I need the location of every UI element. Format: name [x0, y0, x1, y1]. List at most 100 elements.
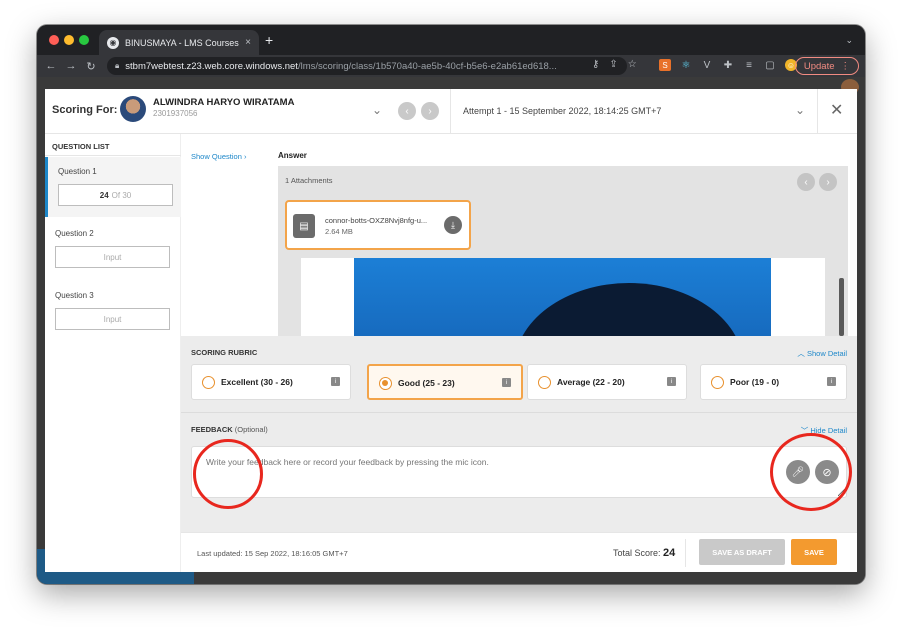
- modal-header: Scoring For: ALWINDRA HARYO WIRATAMA 230…: [45, 89, 857, 134]
- info-icon[interactable]: i: [827, 377, 836, 386]
- score-value: 24: [99, 190, 109, 200]
- more-menu-icon: ⋮: [840, 60, 851, 72]
- total-score-value: 24: [663, 547, 676, 559]
- attachment-file-card[interactable]: ▤ connor-botts-OXZ8Nvj8nfg-u... 2.64 MB …: [285, 200, 471, 250]
- radio-button[interactable]: [202, 376, 215, 389]
- question-list: QUESTION LIST Question 1 24 Of 30 Questi…: [45, 134, 181, 572]
- show-detail-link[interactable]: ︿ Show Detail: [797, 348, 847, 359]
- next-student-button[interactable]: ›: [421, 102, 439, 120]
- new-tab-button[interactable]: +: [265, 33, 273, 47]
- next-attachment-button[interactable]: ›: [819, 173, 837, 191]
- side-panel-icon[interactable]: ▢: [764, 59, 776, 71]
- maximize-window-button[interactable]: [79, 35, 89, 45]
- question-label: Question 2: [55, 229, 94, 238]
- attempt-select[interactable]: Attempt 1 - 15 September 2022, 18:14:25 …: [463, 106, 661, 116]
- update-button[interactable]: Update ⋮: [794, 57, 859, 75]
- file-icon: ▤: [293, 214, 315, 238]
- attempt-chevron-icon[interactable]: ⌄: [795, 103, 805, 117]
- input-placeholder: Input: [103, 252, 122, 262]
- rubric-option-excellent[interactable]: Excellent (30 - 26) i: [191, 364, 351, 400]
- scoring-for-label: Scoring For:: [52, 104, 118, 116]
- share-icon[interactable]: ⇪: [609, 59, 617, 70]
- tab-strip: ◉ BINUSMAYA - LMS Courses × + ⌄: [37, 25, 865, 55]
- info-icon[interactable]: i: [331, 377, 340, 386]
- header-divider: [817, 89, 818, 134]
- rubric-option-average[interactable]: Average (22 - 20) i: [527, 364, 687, 400]
- chevron-right-icon: ›: [243, 152, 247, 161]
- rubric-option-poor[interactable]: Poor (19 - 0) i: [700, 364, 847, 400]
- rubric-option-label: Excellent (30 - 26): [221, 377, 293, 387]
- save-button[interactable]: SAVE: [791, 539, 837, 565]
- question-list-title: QUESTION LIST: [52, 142, 110, 151]
- scoring-rubric: SCORING RUBRIC ︿ Show Detail Excellent (…: [181, 336, 857, 412]
- question-item-3[interactable]: Question 3 Input: [45, 281, 181, 341]
- show-question-label: Show Question: [191, 152, 242, 161]
- tab-search-chevron-icon[interactable]: ⌄: [845, 35, 853, 46]
- close-icon[interactable]: ✕: [830, 100, 843, 120]
- question-score-input[interactable]: Input: [55, 246, 170, 268]
- url-host: stbm7webtest.z23.web.core.windows.net: [125, 60, 298, 72]
- header-divider: [450, 89, 451, 134]
- footer-divider: [685, 539, 686, 567]
- download-icon[interactable]: ⤓: [444, 216, 462, 234]
- browser-window: ◉ BINUSMAYA - LMS Courses × + ⌄ ← → ↻ 🔒︎…: [37, 25, 865, 584]
- address-bar[interactable]: 🔒︎ stbm7webtest.z23.web.core.windows.net…: [107, 57, 627, 75]
- extension-vue-icon[interactable]: V: [701, 59, 713, 71]
- annotation-circle-placeholder: [193, 439, 263, 509]
- tab-close-icon[interactable]: ×: [245, 37, 251, 48]
- update-label: Update: [803, 60, 835, 72]
- question-label: Question 3: [55, 291, 94, 300]
- last-updated: Last updated: 15 Sep 2022, 18:16:05 GMT+…: [197, 549, 348, 558]
- bookmark-star-icon[interactable]: ☆: [628, 59, 637, 70]
- question-score-input[interactable]: Input: [55, 308, 170, 330]
- score-max: Of 30: [111, 190, 132, 200]
- key-icon[interactable]: ⚷: [592, 59, 599, 70]
- info-icon[interactable]: i: [667, 377, 676, 386]
- radio-button[interactable]: [711, 376, 724, 389]
- feedback-input[interactable]: [191, 446, 847, 498]
- student-name: ALWINDRA HARYO WIRATAMA: [153, 97, 295, 108]
- preview-subject: [514, 283, 744, 336]
- question-score-input[interactable]: 24 Of 30: [58, 184, 173, 206]
- show-question-link[interactable]: Show Question ›: [191, 152, 246, 161]
- rubric-option-good[interactable]: Good (25 - 23) i: [367, 364, 523, 400]
- modal-footer: Last updated: 15 Sep 2022, 18:16:05 GMT+…: [181, 532, 857, 572]
- url-path: /lms/scoring/class/1b570a40-ae5b-40cf-b5…: [297, 60, 557, 72]
- attachment-count: 1 Attachments: [285, 176, 333, 185]
- extension-orange-icon[interactable]: S: [659, 59, 671, 71]
- close-window-button[interactable]: [49, 35, 59, 45]
- rubric-option-label: Good (25 - 23): [398, 378, 455, 388]
- question-item-2[interactable]: Question 2 Input: [45, 219, 181, 279]
- feedback-title-text: FEEDBACK: [191, 425, 233, 434]
- forward-arrow-icon[interactable]: →: [61, 60, 81, 72]
- save-as-draft-button[interactable]: SAVE AS DRAFT: [699, 539, 785, 565]
- student-select-chevron-icon[interactable]: ⌄: [372, 103, 382, 117]
- browser-toolbar: ← → ↻ 🔒︎ stbm7webtest.z23.web.core.windo…: [37, 55, 865, 77]
- minimize-window-button[interactable]: [64, 35, 74, 45]
- rubric-title: SCORING RUBRIC: [191, 348, 258, 357]
- previous-attachment-button[interactable]: ‹: [797, 173, 815, 191]
- answer-panel: 1 Attachments ‹ › ▤ connor-botts-OXZ8Nvj…: [278, 166, 848, 336]
- reload-icon[interactable]: ↻: [81, 60, 101, 73]
- back-arrow-icon[interactable]: ←: [41, 60, 61, 72]
- page-viewport: Scoring For: ALWINDRA HARYO WIRATAMA 230…: [37, 77, 865, 584]
- extensions-puzzle-icon[interactable]: ✚: [722, 59, 734, 71]
- radio-button-selected[interactable]: [379, 377, 392, 390]
- radio-button[interactable]: [538, 376, 551, 389]
- file-name: connor-botts-OXZ8Nvj8nfg-u...: [325, 216, 428, 225]
- browser-tab[interactable]: ◉ BINUSMAYA - LMS Courses ×: [99, 30, 259, 55]
- total-score: Total Score: 24: [613, 547, 675, 559]
- extension-react-icon[interactable]: ⚛: [680, 59, 692, 71]
- input-placeholder: Input: [103, 314, 122, 324]
- total-score-label: Total Score:: [613, 548, 661, 558]
- scoring-modal: Scoring For: ALWINDRA HARYO WIRATAMA 230…: [45, 89, 857, 572]
- preview-scrollbar[interactable]: [839, 278, 844, 336]
- previous-student-button[interactable]: ‹: [398, 102, 416, 120]
- show-detail-label: Show Detail: [806, 349, 847, 358]
- question-item-1[interactable]: Question 1 24 Of 30: [45, 157, 181, 217]
- chevron-up-icon: ︿: [797, 349, 805, 358]
- answer-title: Answer: [278, 151, 307, 160]
- eye-favicon-icon: ◉: [107, 36, 119, 49]
- reading-list-icon[interactable]: ≡: [743, 59, 755, 71]
- info-icon[interactable]: i: [502, 378, 511, 387]
